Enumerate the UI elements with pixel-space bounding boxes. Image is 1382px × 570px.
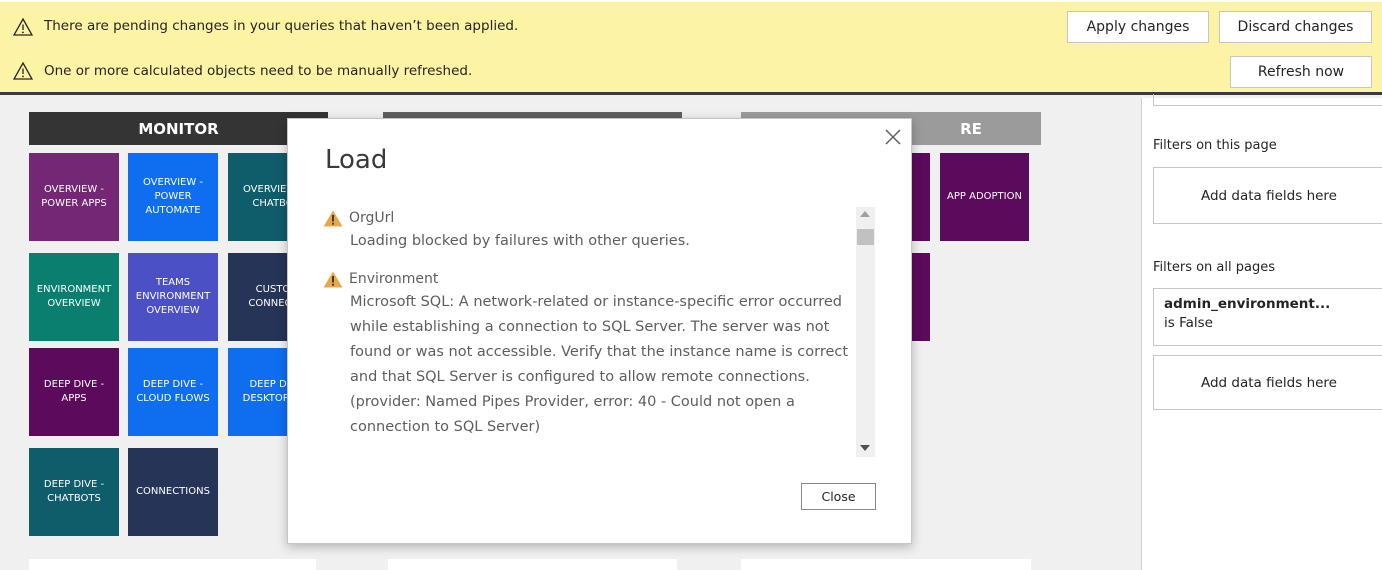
discard-changes-button[interactable]: Discard changes xyxy=(1219,11,1372,43)
filter-card-value: is False xyxy=(1164,315,1213,331)
error-item-orgurl: OrgUrl Loading blocked by failures with … xyxy=(323,207,858,254)
add-data-fields-well-page[interactable]: Add data fields here xyxy=(1153,167,1382,224)
warning-icon xyxy=(323,271,343,287)
error-list-scrollbar[interactable] xyxy=(856,207,875,457)
tile-teams-environment-overview[interactable]: TEAMS ENVIRONMENT OVERVIEW xyxy=(128,253,218,341)
refresh-required-bar: One or more calculated objects need to b… xyxy=(0,50,1382,95)
warning-icon xyxy=(13,62,33,80)
filter-card-title: admin_environment... xyxy=(1164,296,1331,312)
description-box-3 xyxy=(741,559,1031,570)
tile-environment-overview[interactable]: ENVIRONMENT OVERVIEW xyxy=(29,253,119,341)
refresh-required-text: One or more calculated objects need to b… xyxy=(44,63,473,79)
filter-card-admin-environment[interactable]: admin_environment... is False xyxy=(1153,288,1382,346)
description-box-1 xyxy=(29,559,316,570)
add-data-fields-well-all[interactable]: Add data fields here xyxy=(1153,355,1382,410)
filters-all-pages-label: Filters on all pages xyxy=(1153,260,1275,275)
scroll-down-arrow-icon[interactable] xyxy=(860,445,870,451)
error-item-environment: Environment Microsoft SQL: A network-rel… xyxy=(323,268,858,440)
warning-icon xyxy=(13,18,33,36)
tile-deep-dive-cloud-flows[interactable]: DEEP DIVE - CLOUD FLOWS xyxy=(128,348,218,436)
pending-changes-text: There are pending changes in your querie… xyxy=(44,18,519,34)
close-button[interactable]: Close xyxy=(801,483,876,510)
scroll-up-arrow-icon[interactable] xyxy=(860,211,870,217)
close-icon[interactable] xyxy=(882,126,904,148)
error-message: Microsoft SQL: A network-related or inst… xyxy=(350,294,849,435)
tile-overview-power-apps[interactable]: OVERVIEW - POWER APPS xyxy=(29,153,119,241)
tile-app-adoption[interactable]: APP ADOPTION xyxy=(940,153,1029,241)
filter-search-input[interactable] xyxy=(1153,94,1382,106)
tile-deep-dive-chatbots[interactable]: DEEP DIVE - CHATBOTS xyxy=(29,448,119,536)
description-box-2 xyxy=(388,559,677,570)
error-list: OrgUrl Loading blocked by failures with … xyxy=(323,207,858,457)
error-message: Loading blocked by failures with other q… xyxy=(350,233,690,249)
monitor-header: MONITOR xyxy=(29,112,328,145)
tile-overview-power-automate[interactable]: OVERVIEW - POWER AUTOMATE xyxy=(128,153,218,241)
error-query-name: Environment xyxy=(349,271,439,287)
pending-changes-bar: There are pending changes in your querie… xyxy=(0,0,1382,50)
refresh-now-button[interactable]: Refresh now xyxy=(1230,56,1372,88)
tile-deep-dive-apps[interactable]: DEEP DIVE - APPS xyxy=(29,348,119,436)
dialog-title: Load xyxy=(325,145,388,175)
tile-connections[interactable]: CONNECTIONS xyxy=(128,448,218,536)
filter-pane: Filters on this page Add data fields her… xyxy=(1141,94,1382,570)
load-dialog: Load OrgUrl Loading blocked by failures … xyxy=(287,118,912,544)
error-query-name: OrgUrl xyxy=(349,210,395,226)
filters-this-page-label: Filters on this page xyxy=(1153,138,1277,153)
scroll-thumb[interactable] xyxy=(857,229,874,245)
warning-icon xyxy=(323,210,343,226)
apply-changes-button[interactable]: Apply changes xyxy=(1067,11,1209,43)
